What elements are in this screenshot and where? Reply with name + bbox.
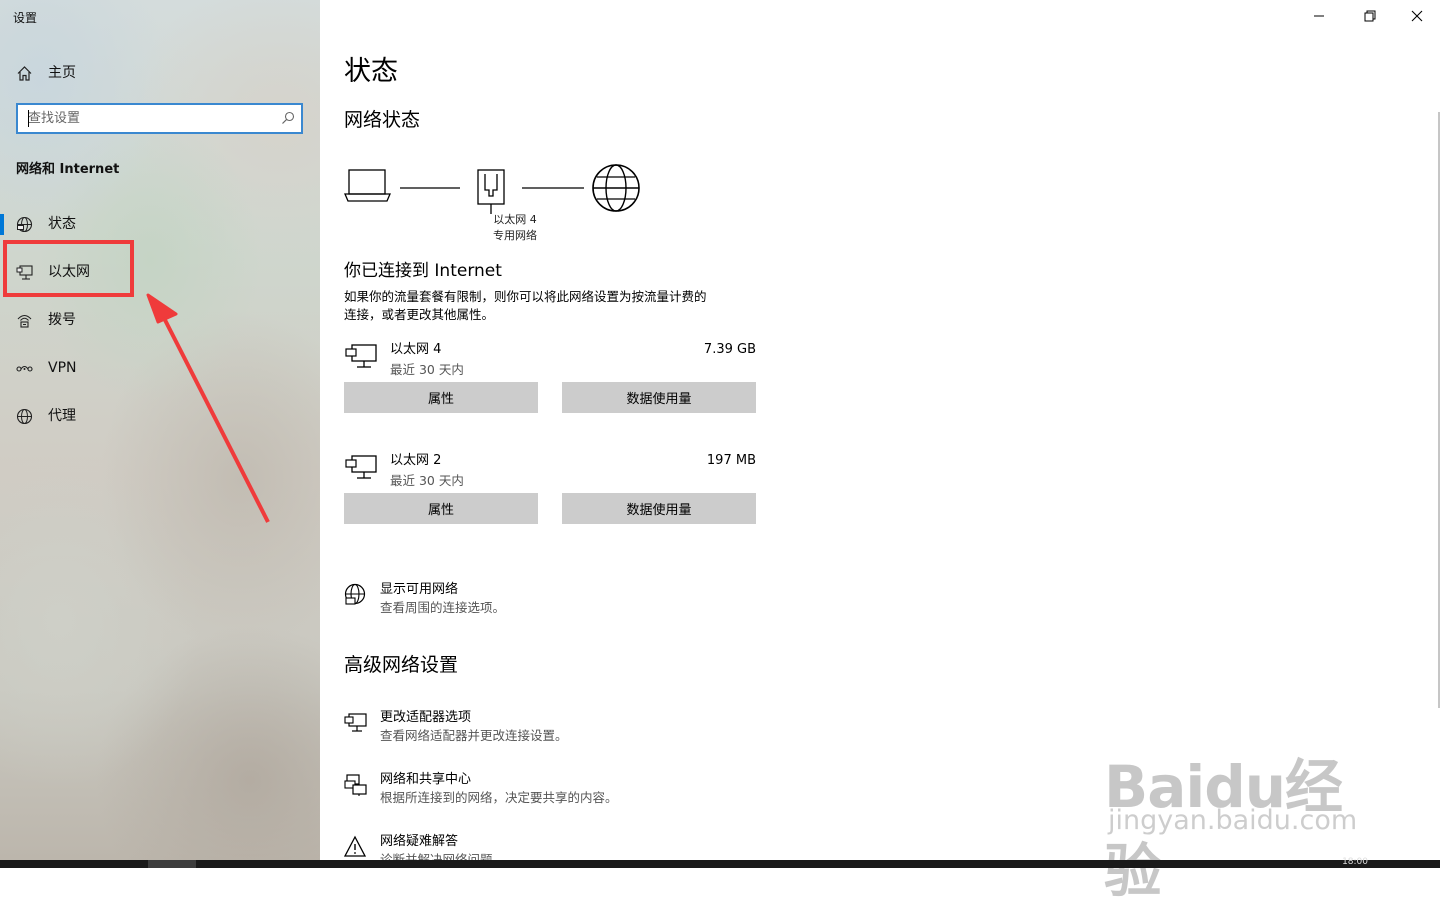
link-title: 网络疑难解答 [380,834,459,849]
search-icon[interactable] [281,111,295,125]
ethernet-adapter-icon [345,455,377,479]
taskbar-clock: 18:00 [1342,857,1368,867]
link-title: 更改适配器选项 [380,710,472,725]
adapter-name: 以太网 4 [390,342,442,357]
watermark-url: jingyan.baidu.com [1108,805,1358,836]
sidebar: 设置 主页 网络和 Internet 状态 以太网 [0,0,320,860]
sidebar-item-home[interactable]: 主页 [0,53,320,93]
advanced-settings-heading: 高级网络设置 [344,654,459,676]
properties-button[interactable]: 属性 [344,493,538,524]
sidebar-item-label: VPN [48,360,77,376]
sidebar-item-label: 状态 [48,216,76,232]
watermark: Baidu经验 jingyan.baidu.com [1104,710,1364,905]
ethernet-port-icon [477,169,505,214]
sidebar-item-dialup[interactable]: 拨号 [0,300,320,340]
change-adapter-options-link[interactable]: 更改适配器选项 查看网络适配器并更改连接设置。 [344,709,844,749]
taskbar: 18:00 [0,857,1440,868]
network-sharing-center-link[interactable]: 网络和共享中心 根据所连接到的网络，决定要共享的内容。 [344,771,844,811]
link-subtitle: 查看周围的连接选项。 [380,600,506,615]
sidebar-item-status[interactable]: 状态 [0,204,320,244]
search-field-container [16,103,303,134]
adapter-name: 以太网 2 [390,453,442,468]
metered-description-line1: 如果你的流量套餐有限制，则你可以将此网络设置为按流量计费的 [344,289,707,304]
status-globe-icon [16,216,33,233]
globe-network-icon [344,583,366,605]
page-title: 状态 [344,56,398,87]
adapter-usage: 197 MB [706,453,756,468]
show-available-networks-link[interactable]: 显示可用网络 查看周围的连接选项。 [344,581,844,621]
troubleshoot-warning-icon [344,835,367,857]
close-icon[interactable] [1405,6,1429,26]
text-caret [28,110,29,127]
home-icon [17,66,32,81]
app-title: 设置 [13,11,38,25]
network-diagram: 以太网 4 专用网络 [344,160,644,250]
link-title: 显示可用网络 [380,582,459,597]
adapter-usage: 7.39 GB [703,342,756,357]
data-usage-button[interactable]: 数据使用量 [562,493,756,524]
internet-globe-icon [592,164,640,212]
section-title: 网络和 Internet [16,162,120,177]
link-subtitle: 根据所连接到的网络，决定要共享的内容。 [380,790,618,805]
metered-description-line2: 连接，或者更改其他属性。 [344,307,495,322]
sharing-center-icon [344,774,367,796]
ethernet-adapter-icon [345,344,377,368]
laptop-icon [344,169,391,202]
diagram-adapter-name: 以太网 4 [493,213,537,226]
sidebar-item-label: 拨号 [48,312,76,328]
restore-icon[interactable] [1358,6,1382,26]
sidebar-item-label: 代理 [48,408,76,424]
sidebar-item-proxy[interactable]: 代理 [0,396,320,436]
sidebar-item-label: 主页 [48,65,76,81]
data-usage-button[interactable]: 数据使用量 [562,382,756,413]
connected-heading: 你已连接到 Internet [344,261,502,281]
diagram-network-type: 专用网络 [493,229,537,242]
adapter-period: 最近 30 天内 [390,473,464,488]
network-diagram-graphic [344,164,640,214]
vpn-icon [16,365,33,372]
adapter-card: 以太网 2 最近 30 天内 197 MB 属性 数据使用量 [344,452,756,572]
adapter-period: 最近 30 天内 [390,362,464,377]
taskbar-app-button[interactable] [148,860,196,868]
network-troubleshooter-link[interactable]: 网络疑难解答 诊断并解决网络问题。 [344,833,844,860]
annotation-highlight-box [3,240,134,297]
dialup-icon [17,314,32,328]
network-status-heading: 网络状态 [344,109,421,131]
link-subtitle: 查看网络适配器并更改连接设置。 [380,728,568,743]
properties-button[interactable]: 属性 [344,382,538,413]
link-subtitle: 诊断并解决网络问题。 [380,852,506,860]
proxy-globe-icon [16,408,33,425]
link-title: 网络和共享中心 [380,772,472,787]
sidebar-item-vpn[interactable]: VPN [0,348,320,388]
search-input[interactable] [18,105,278,132]
adapter-options-icon [344,713,367,732]
adapter-card: 以太网 4 最近 30 天内 7.39 GB 属性 数据使用量 [344,341,756,461]
minimize-icon[interactable] [1307,6,1331,26]
